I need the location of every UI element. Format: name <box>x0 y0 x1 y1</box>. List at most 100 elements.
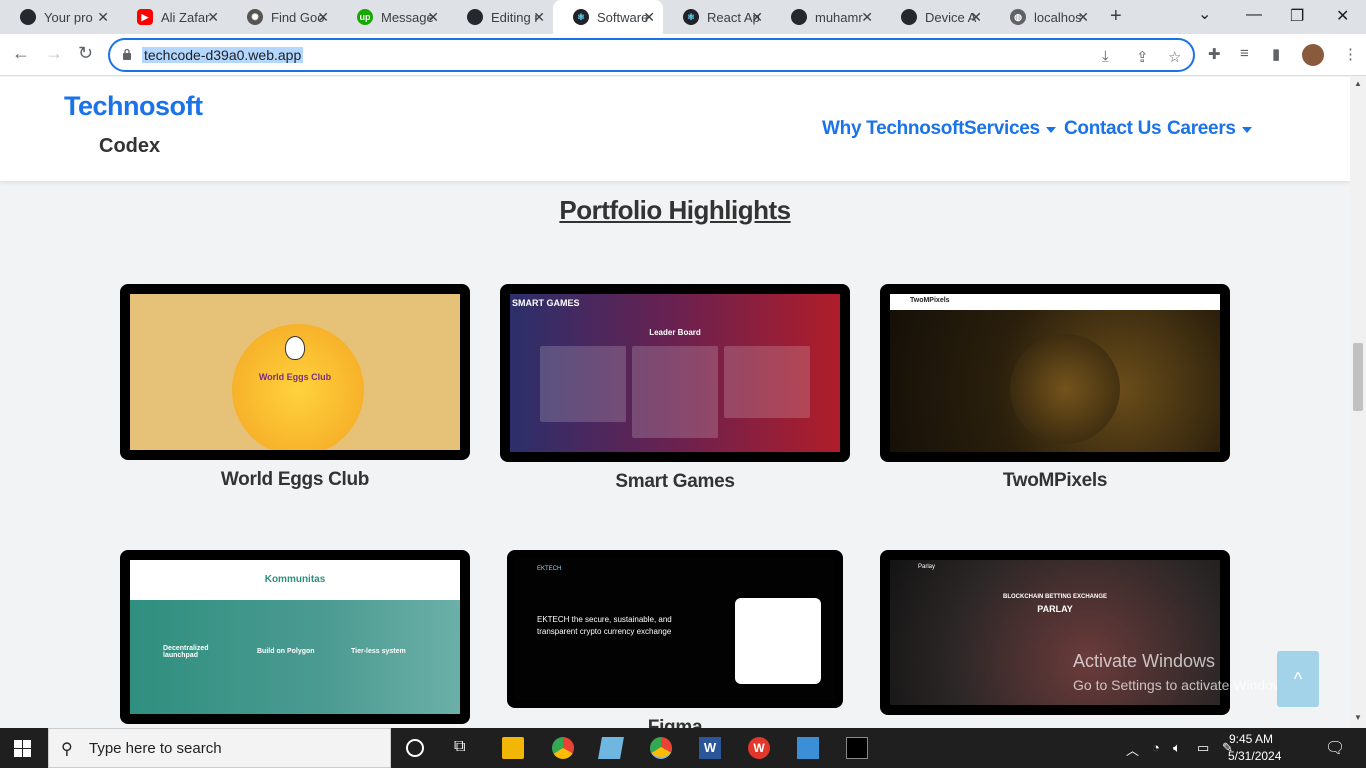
page-viewport: Technosoft Codex Why Technosoft Services… <box>0 77 1350 728</box>
wps-icon[interactable]: W <box>748 737 770 759</box>
youtube-icon: ▶ <box>137 9 153 25</box>
browser-tab-active[interactable]: ⚛ Software ✕ <box>553 0 663 34</box>
github-icon <box>20 9 36 25</box>
app-icon[interactable] <box>797 737 819 759</box>
app-icon[interactable] <box>598 737 624 759</box>
browser-tab[interactable]: ▶ Ali Zafar ✕ <box>117 0 227 34</box>
portfolio-card-world-eggs-club[interactable]: World Eggs Club <box>120 284 470 460</box>
close-tab-icon[interactable]: ✕ <box>1077 9 1089 26</box>
thumb-title: Leader Board <box>649 328 701 337</box>
battery-icon[interactable]: ▭ <box>1197 740 1209 756</box>
nav-label: Why Technosoft <box>822 118 965 139</box>
close-tab-icon[interactable]: ✕ <box>207 9 219 26</box>
nav-why-technosoft[interactable]: Why Technosoft <box>822 118 964 140</box>
thumb-title: BLOCKCHAIN BETTING EXCHANGE <box>1002 594 1107 600</box>
brand-subtitle: Codex <box>99 135 161 157</box>
word-icon[interactable]: W <box>699 737 721 759</box>
nav-label: Careers <box>1167 118 1236 139</box>
scroll-up-arrow-icon[interactable]: ▲ <box>1354 79 1362 88</box>
extensions-icon[interactable]: ✚ <box>1208 45 1221 63</box>
cortana-icon[interactable] <box>406 739 424 757</box>
thumb-form <box>735 598 821 684</box>
tray-chevron-icon[interactable]: ︿ <box>1126 740 1139 759</box>
browser-tab[interactable]: up Message ✕ <box>337 0 447 34</box>
nav-services[interactable]: Services <box>964 118 1056 140</box>
close-tab-icon[interactable]: ✕ <box>751 9 763 26</box>
stat-panel <box>724 346 810 418</box>
network-icon[interactable]: ◔ <box>1152 740 1160 755</box>
file-explorer-icon[interactable] <box>502 737 524 759</box>
github-icon <box>791 9 807 25</box>
browser-tab[interactable]: ⚛ React Ap ✕ <box>663 0 771 34</box>
bookmark-star-icon[interactable]: ☆ <box>1168 48 1181 66</box>
close-tab-icon[interactable]: ✕ <box>427 9 439 26</box>
portfolio-caption[interactable]: World Eggs Club <box>120 469 470 491</box>
portfolio-thumbnail: Kommunitas Decentralized launchpad Build… <box>130 560 460 714</box>
restore-icon[interactable]: ❐ <box>1290 6 1304 26</box>
close-tab-icon[interactable]: ✕ <box>317 9 329 26</box>
chrome-icon[interactable] <box>552 737 574 759</box>
github-icon <box>467 9 483 25</box>
notifications-icon[interactable]: 🗨︎ <box>1325 738 1345 758</box>
terminal-icon[interactable] <box>846 737 868 759</box>
portfolio-thumbnail: TwoMPixels <box>890 294 1220 452</box>
new-tab-icon[interactable]: + <box>1110 5 1122 28</box>
browser-tab[interactable]: Device A ✕ <box>881 0 990 34</box>
thumb-brand: EKTECH <box>537 566 562 572</box>
address-bar[interactable]: techcode-d39a0.web.app ⤓ ⇪ ☆ <box>108 38 1195 72</box>
portfolio-caption[interactable]: TwoMPixels <box>880 470 1230 492</box>
portfolio-card-smart-games[interactable]: SMART GAMES Leader Board <box>500 284 850 462</box>
browser-tab[interactable]: Editing r ✕ <box>447 0 553 34</box>
close-tab-icon[interactable]: ✕ <box>533 9 545 26</box>
close-window-icon[interactable]: ✕ <box>1336 6 1349 26</box>
nav-label: Services <box>964 118 1040 139</box>
tab-search-icon[interactable]: ⌄ <box>1198 4 1211 24</box>
portfolio-card-twompixels[interactable]: TwoMPixels <box>880 284 1230 462</box>
portfolio-caption[interactable]: Figma <box>507 717 843 728</box>
browser-tab[interactable]: ✺ Find Goo ✕ <box>227 0 337 34</box>
chrome-menu-icon[interactable]: ⋮ <box>1343 45 1358 63</box>
brand-logo[interactable]: Technosoft <box>64 91 203 122</box>
chrome-active-icon[interactable] <box>650 737 672 759</box>
scroll-to-top-button[interactable]: ^ <box>1277 651 1319 707</box>
bitcoin-coin-graphic <box>1010 334 1120 444</box>
close-tab-icon[interactable]: ✕ <box>643 9 655 26</box>
reload-icon[interactable]: ↻ <box>78 43 93 64</box>
volume-icon[interactable]: 🔈︎ <box>1173 740 1181 756</box>
profile-avatar[interactable] <box>1302 44 1324 66</box>
thumb-brand: TwoMPixels <box>910 297 950 304</box>
nav-contact-us[interactable]: Contact Us <box>1064 118 1162 140</box>
portfolio-card-kommunitas[interactable]: Kommunitas Decentralized launchpad Build… <box>120 550 470 724</box>
nav-careers[interactable]: Careers <box>1167 118 1252 140</box>
back-icon[interactable]: ← <box>12 43 30 64</box>
share-icon[interactable]: ⇪ <box>1136 48 1149 66</box>
search-placeholder: Type here to search <box>89 740 222 757</box>
install-icon[interactable]: ⤓ <box>1102 48 1109 65</box>
nav-label: Contact Us <box>1064 118 1162 139</box>
windows-start-icon[interactable] <box>14 740 31 757</box>
browser-tab[interactable]: muhamr ✕ <box>771 0 881 34</box>
scroll-down-arrow-icon[interactable]: ▼ <box>1354 713 1362 722</box>
forward-icon[interactable]: → <box>45 43 63 64</box>
portfolio-caption[interactable]: Smart Games <box>500 471 850 493</box>
portfolio-card-figma[interactable]: EKTECH EKTECH the secure, sustainable, a… <box>507 550 843 708</box>
scrollbar-thumb[interactable] <box>1353 343 1363 411</box>
task-view-icon[interactable]: ⧉ <box>454 738 476 760</box>
thumb-brand: Parlay <box>918 564 936 570</box>
side-panel-icon[interactable]: ▮ <box>1272 45 1280 63</box>
media-control-icon[interactable]: ≡ <box>1240 45 1249 62</box>
thumb-brand: SMART GAMES <box>512 298 580 308</box>
portfolio-thumbnail: EKTECH EKTECH the secure, sustainable, a… <box>515 558 835 700</box>
minimize-icon[interactable]: — <box>1246 6 1262 24</box>
windows-taskbar: ⚲ Type here to search ⧉ W W ︿ ◔ 🔈︎ ▭ ✎ 9… <box>0 728 1366 768</box>
browser-tab[interactable]: Your pro ✕ <box>0 0 117 34</box>
close-tab-icon[interactable]: ✕ <box>97 9 109 26</box>
page-scrollbar[interactable]: ▲ ▼ <box>1350 77 1366 728</box>
url-text[interactable]: techcode-d39a0.web.app <box>142 47 304 63</box>
site-header: Technosoft Codex Why Technosoft Services… <box>0 77 1350 181</box>
close-tab-icon[interactable]: ✕ <box>970 9 982 26</box>
taskbar-clock[interactable]: 9:45 AM 5/31/2024 <box>1228 731 1281 765</box>
browser-tab[interactable]: ◍ localhos ✕ <box>990 0 1097 34</box>
taskbar-search-box[interactable]: ⚲ Type here to search <box>48 728 391 768</box>
close-tab-icon[interactable]: ✕ <box>861 9 873 26</box>
